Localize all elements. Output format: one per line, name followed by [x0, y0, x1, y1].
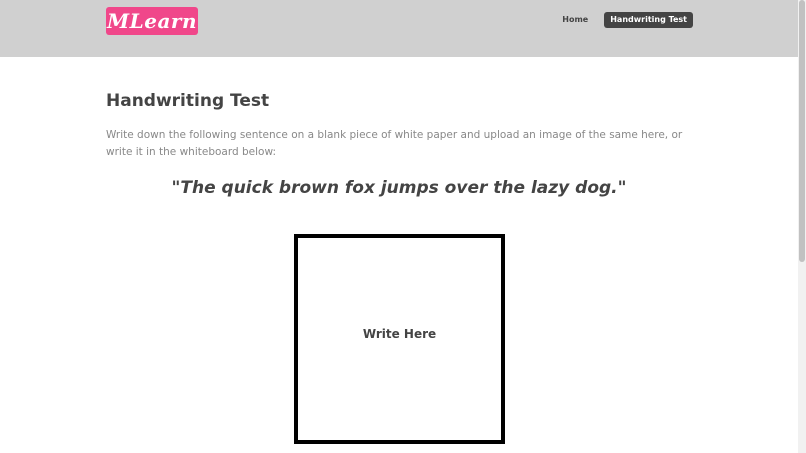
scrollbar[interactable] — [798, 0, 806, 453]
whiteboard-canvas[interactable]: Write Here — [294, 234, 505, 444]
nav-handwriting-test-link[interactable]: Handwriting Test — [604, 12, 693, 28]
page-title: Handwriting Test — [106, 91, 270, 111]
instructions-text: Write down the following sentence on a b… — [106, 129, 683, 158]
scrollbar-thumb[interactable] — [799, 0, 805, 262]
whiteboard-label: Write Here — [362, 327, 437, 341]
page: MLearn Home Handwriting Test Handwriting… — [0, 0, 798, 453]
header: MLearn Home Handwriting Test — [0, 0, 798, 57]
nav-home-link[interactable]: Home — [556, 12, 594, 28]
logo[interactable]: MLearn — [106, 7, 198, 35]
test-sentence: "The quick brown fox jumps over the lazy… — [171, 178, 627, 198]
nav-bar: Home Handwriting Test — [556, 12, 693, 28]
